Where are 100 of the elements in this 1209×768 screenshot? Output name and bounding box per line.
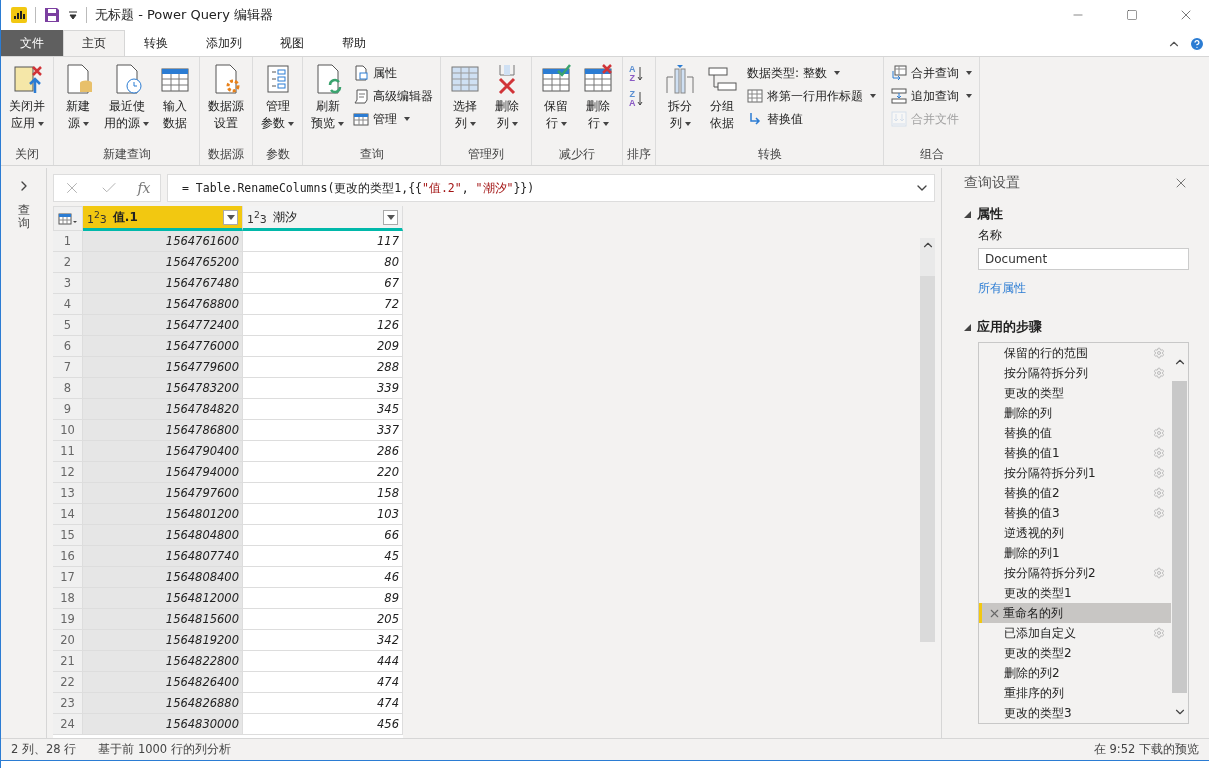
- row-number: 3: [53, 273, 83, 294]
- table-icon: [58, 212, 78, 225]
- step-item[interactable]: 按分隔符拆分列: [979, 363, 1171, 383]
- caret-icon: [226, 214, 235, 220]
- row-number: 17: [53, 567, 83, 588]
- table-cell: 342: [243, 630, 403, 651]
- settings-icon[interactable]: [1153, 347, 1165, 359]
- step-item[interactable]: 删除的列2: [979, 663, 1171, 683]
- ribbon-button[interactable]: 删除 行: [578, 61, 618, 134]
- table-icon: [747, 88, 763, 104]
- step-item[interactable]: 重命名的列: [979, 603, 1171, 623]
- settings-icon[interactable]: [1153, 467, 1165, 479]
- filter-button[interactable]: [223, 209, 238, 225]
- ribbon-button[interactable]: 高级编辑器: [350, 86, 436, 106]
- formula-field[interactable]: = Table.RenameColumns(更改的类型1,{{"值.2", "潮汐"}}): [167, 174, 935, 202]
- ribbon-button[interactable]: 将第一行用作标题: [744, 86, 879, 106]
- ribbon-button[interactable]: 数据类型: 整数: [744, 63, 879, 83]
- settings-icon[interactable]: [1153, 367, 1165, 379]
- table-menu-button[interactable]: [53, 206, 83, 231]
- settings-icon[interactable]: [1153, 507, 1165, 519]
- ribbon-button[interactable]: 分组 依据: [702, 61, 742, 134]
- row-number: 4: [53, 294, 83, 315]
- ribbon-button[interactable]: 选择 列: [445, 61, 485, 134]
- row-number: 7: [53, 357, 83, 378]
- window-title: 无标题 - Power Query 编辑器: [95, 6, 275, 24]
- step-item[interactable]: 更改的类型: [979, 383, 1171, 403]
- table-cell: 126: [243, 315, 403, 336]
- ribbon-button[interactable]: 删除 列: [487, 61, 527, 134]
- row-number: 24: [53, 714, 83, 735]
- step-item[interactable]: 按分隔符拆分列1: [979, 463, 1171, 483]
- ribbon-button[interactable]: 合并查询: [888, 63, 975, 83]
- table-cell: 46: [243, 567, 403, 588]
- ribbon-button[interactable]: 管理: [350, 109, 436, 129]
- sort-button[interactable]: Z A: [627, 88, 645, 110]
- table-cell: 1564812000: [83, 588, 243, 609]
- ribbon-tab[interactable]: 视图: [261, 30, 323, 56]
- step-item[interactable]: 替换的值: [979, 423, 1171, 443]
- group-label: 参数: [264, 146, 291, 163]
- ribbon-button[interactable]: 输入 数据: [155, 61, 195, 134]
- step-item[interactable]: 已添加自定义: [979, 623, 1171, 643]
- step-item[interactable]: 删除的列1: [979, 543, 1171, 563]
- table-cell: 456: [243, 714, 403, 735]
- help-icon: [1189, 36, 1205, 52]
- settings-icon[interactable]: [1153, 427, 1165, 439]
- filter-button[interactable]: [383, 209, 398, 225]
- section-title: 应用的步骤: [977, 319, 1042, 336]
- ribbon-tab[interactable]: 主页: [63, 30, 125, 56]
- queries-pane-label[interactable]: 查询: [17, 204, 30, 231]
- ribbon-button[interactable]: 拆分 列: [660, 61, 700, 134]
- ribbon-button[interactable]: 管理 参数: [257, 61, 298, 134]
- step-item[interactable]: 更改的类型3: [979, 703, 1171, 723]
- bar-chart-logo-icon: [11, 7, 27, 23]
- save-icon[interactable]: [44, 7, 60, 23]
- row-number: 8: [53, 378, 83, 399]
- ribbon-button[interactable]: 追加查询: [888, 86, 975, 106]
- step-item[interactable]: 更改的类型2: [979, 643, 1171, 663]
- ribbon-tab[interactable]: 添加列: [187, 30, 261, 56]
- ribbon-button[interactable]: 替换值: [744, 109, 879, 129]
- ribbon-button[interactable]: 新建 源: [58, 61, 98, 134]
- row-number: 19: [53, 609, 83, 630]
- file-tab[interactable]: 文件: [1, 30, 63, 56]
- table-cell: 158: [243, 483, 403, 504]
- all-properties-link[interactable]: 所有属性: [978, 280, 1189, 297]
- column-header[interactable]: 1$^{2}$3 值.1: [83, 206, 243, 231]
- triangle-icon[interactable]: [964, 324, 971, 331]
- ribbon-button[interactable]: 最近使 用的源: [100, 61, 153, 134]
- ribbon-tab[interactable]: 转换: [125, 30, 187, 56]
- step-item[interactable]: 重排序的列: [979, 683, 1171, 703]
- ribbon-button[interactable]: 刷新 预览: [307, 61, 348, 134]
- table-cell: 1564783200: [83, 378, 243, 399]
- step-item[interactable]: 替换的值1: [979, 443, 1171, 463]
- step-item[interactable]: 替换的值3: [979, 503, 1171, 523]
- table-cell: 1564826880: [83, 693, 243, 714]
- table-cell: 1564807740: [83, 546, 243, 567]
- table-cell: 209: [243, 336, 403, 357]
- step-item[interactable]: 替换的值2: [979, 483, 1171, 503]
- step-item[interactable]: 删除的列: [979, 403, 1171, 423]
- append-table-icon: [891, 88, 907, 104]
- fx-label[interactable]: fx: [137, 180, 151, 196]
- scrollbar[interactable]: [920, 238, 935, 642]
- step-item[interactable]: 保留的行的范围: [979, 343, 1171, 363]
- settings-icon[interactable]: [1153, 447, 1165, 459]
- field-label: 名称: [978, 227, 1003, 244]
- ribbon-button[interactable]: 关闭并 应用: [5, 61, 49, 134]
- column-header[interactable]: 1$^{2}$3 潮汐: [243, 206, 403, 231]
- settings-icon[interactable]: [1153, 487, 1165, 499]
- panel-title: 查询设置: [964, 174, 1020, 192]
- settings-icon[interactable]: [1153, 567, 1165, 579]
- step-item[interactable]: 按分隔符拆分列2: [979, 563, 1171, 583]
- row-number: 23: [53, 693, 83, 714]
- settings-icon[interactable]: [1153, 627, 1165, 639]
- ribbon-button[interactable]: 属性: [350, 63, 436, 83]
- ribbon-tab[interactable]: 帮助: [323, 30, 385, 56]
- triangle-icon[interactable]: [964, 211, 971, 218]
- step-item[interactable]: 逆透视的列: [979, 523, 1171, 543]
- step-item[interactable]: 更改的类型1: [979, 583, 1171, 603]
- ribbon-button[interactable]: 数据源 设置: [204, 61, 248, 134]
- ribbon-button[interactable]: 保留 行: [536, 61, 576, 134]
- sort-button[interactable]: A Z: [627, 63, 645, 85]
- name-field[interactable]: Document: [978, 248, 1189, 270]
